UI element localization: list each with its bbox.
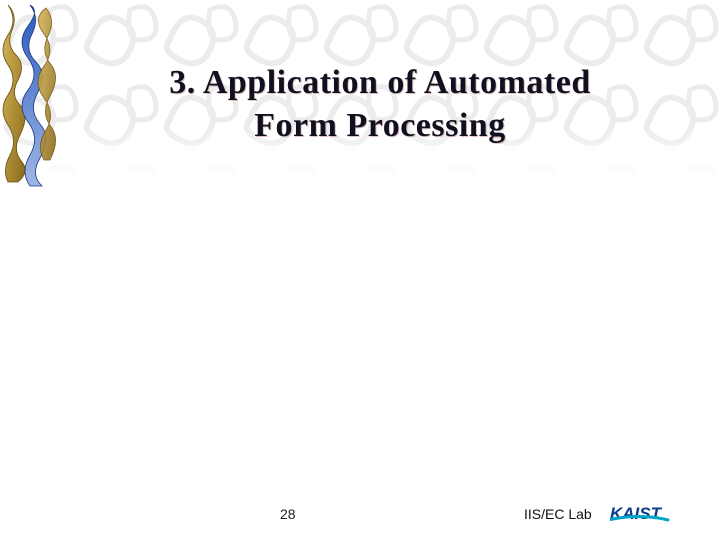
lab-label: IIS/EC Lab [524, 506, 592, 522]
slide-title: 3. Application of Automated Form Process… [100, 62, 660, 147]
slide-title-line-2: Form Processing [100, 105, 660, 148]
page-number: 28 [280, 506, 296, 522]
slide-title-line-1: 3. Application of Automated [100, 62, 660, 105]
kaist-logo: KAIST [610, 503, 700, 525]
sidebar-ornament [0, 0, 60, 190]
slide-footer: 28 IIS/EC Lab KAIST [0, 498, 720, 522]
svg-text:KAIST: KAIST [610, 504, 663, 523]
